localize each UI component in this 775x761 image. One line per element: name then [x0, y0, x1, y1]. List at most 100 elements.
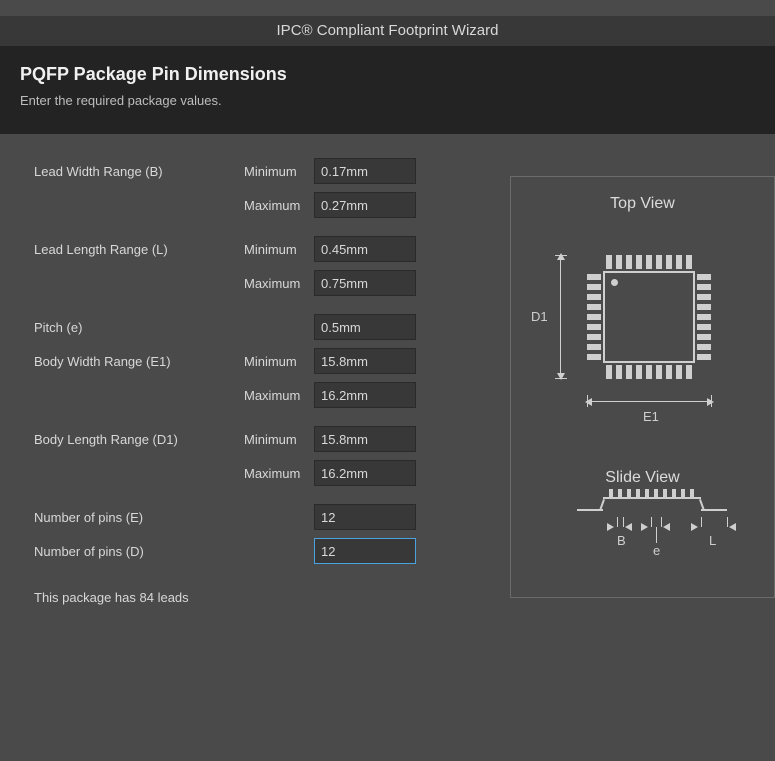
slide-pin — [645, 489, 649, 497]
window-top-strip — [0, 0, 775, 16]
dim-d1-label: D1 — [531, 309, 548, 324]
chip-pin — [676, 365, 682, 379]
label-body-width: Body Width Range (E1) — [34, 354, 244, 369]
dim-e1-label: E1 — [643, 409, 659, 424]
chip-pin — [636, 255, 642, 269]
slide-pin — [663, 489, 667, 497]
chip-pin — [587, 274, 601, 280]
slide-view-title: Slide View — [511, 469, 774, 487]
input-lead-length-min[interactable] — [314, 236, 416, 262]
chip-pin — [697, 344, 711, 350]
input-body-width-min[interactable] — [314, 348, 416, 374]
sublabel-max: Maximum — [244, 198, 314, 213]
leads-note: This package has 84 leads — [34, 590, 504, 605]
page-header: PQFP Package Pin Dimensions Enter the re… — [0, 46, 775, 134]
chip-pin — [666, 365, 672, 379]
slide-pin — [627, 489, 631, 497]
chip-pin — [676, 255, 682, 269]
slide-pin — [681, 489, 685, 497]
chip-pin — [626, 255, 632, 269]
chip-pin — [616, 365, 622, 379]
slide-view-diagram: B e L — [511, 487, 774, 577]
chip-pin — [587, 324, 601, 330]
window-title: IPC® Compliant Footprint Wizard — [277, 22, 499, 39]
page-subtitle: Enter the required package values. — [20, 93, 755, 108]
chip-pin — [697, 314, 711, 320]
input-lead-width-max[interactable] — [314, 192, 416, 218]
row-body-width-max: Maximum — [34, 378, 504, 412]
chip-pin — [697, 294, 711, 300]
dim-d1-line — [560, 257, 561, 377]
form-column: Lead Width Range (B) Minimum Maximum Lea… — [34, 154, 504, 605]
chip-pin — [697, 354, 711, 360]
chip-pin — [587, 314, 601, 320]
chip-pin — [697, 334, 711, 340]
chip-pin — [616, 255, 622, 269]
chip-pin — [697, 304, 711, 310]
chip-pin — [686, 255, 692, 269]
input-body-length-max[interactable] — [314, 460, 416, 486]
chip-pin — [587, 344, 601, 350]
row-pitch: Pitch (e) — [34, 310, 504, 344]
row-body-width-min: Body Width Range (E1) Minimum — [34, 344, 504, 378]
input-body-width-max[interactable] — [314, 382, 416, 408]
label-pitch: Pitch (e) — [34, 320, 244, 335]
chip-pin — [646, 365, 652, 379]
label-lead-width: Lead Width Range (B) — [34, 164, 244, 179]
chip-pin — [587, 354, 601, 360]
window-title-bar: IPC® Compliant Footprint Wizard — [0, 16, 775, 46]
label-pins-e: Number of pins (E) — [34, 510, 244, 525]
label-body-length: Body Length Range (D1) — [34, 432, 244, 447]
row-lead-length-min: Lead Length Range (L) Minimum — [34, 232, 504, 266]
chip-pin — [626, 365, 632, 379]
chip-pin — [697, 284, 711, 290]
dim-l-label: L — [709, 533, 716, 548]
dim-e-label: e — [653, 543, 660, 558]
row-lead-length-max: Maximum — [34, 266, 504, 300]
body-area: Lead Width Range (B) Minimum Maximum Lea… — [0, 134, 775, 761]
chip-pin — [587, 294, 601, 300]
chip-pin — [587, 284, 601, 290]
dim-e1-line — [589, 401, 709, 402]
slide-pin — [654, 489, 658, 497]
slide-pin — [609, 489, 613, 497]
top-view-title: Top View — [511, 195, 774, 213]
sublabel-min: Minimum — [244, 164, 314, 179]
row-body-length-min: Body Length Range (D1) Minimum — [34, 422, 504, 456]
chip-pin — [686, 365, 692, 379]
chip-pin — [656, 255, 662, 269]
input-pins-e[interactable] — [314, 504, 416, 530]
slide-pin — [636, 489, 640, 497]
row-pins-d: Number of pins (D) — [34, 534, 504, 568]
input-lead-length-max[interactable] — [314, 270, 416, 296]
input-lead-width-min[interactable] — [314, 158, 416, 184]
slide-pin — [690, 489, 694, 497]
dim-b-label: B — [617, 533, 626, 548]
row-body-length-max: Maximum — [34, 456, 504, 490]
row-lead-width-max: Maximum — [34, 188, 504, 222]
chip-body — [603, 271, 695, 363]
chip-pin1-dot-icon — [611, 279, 618, 286]
chip-pin — [636, 365, 642, 379]
chip-pin — [666, 255, 672, 269]
input-body-length-min[interactable] — [314, 426, 416, 452]
chip-pin — [587, 334, 601, 340]
input-pitch[interactable] — [314, 314, 416, 340]
slide-body-top — [603, 497, 701, 499]
chip-pin — [587, 304, 601, 310]
label-lead-length: Lead Length Range (L) — [34, 242, 244, 257]
dim-b-arrow-right-icon — [607, 523, 614, 531]
dim-l-arrow-right-icon — [691, 523, 698, 531]
chip-pin — [606, 365, 612, 379]
dim-l-arrow-left-icon — [729, 523, 736, 531]
slide-pin — [618, 489, 622, 497]
slide-pin — [672, 489, 676, 497]
chip-pin — [656, 365, 662, 379]
label-pins-d: Number of pins (D) — [34, 544, 244, 559]
page-title: PQFP Package Pin Dimensions — [20, 64, 755, 85]
chip-pin — [697, 274, 711, 280]
input-pins-d[interactable] — [314, 538, 416, 564]
chip-pin — [697, 324, 711, 330]
chip-pin — [646, 255, 652, 269]
row-lead-width-min: Lead Width Range (B) Minimum — [34, 154, 504, 188]
